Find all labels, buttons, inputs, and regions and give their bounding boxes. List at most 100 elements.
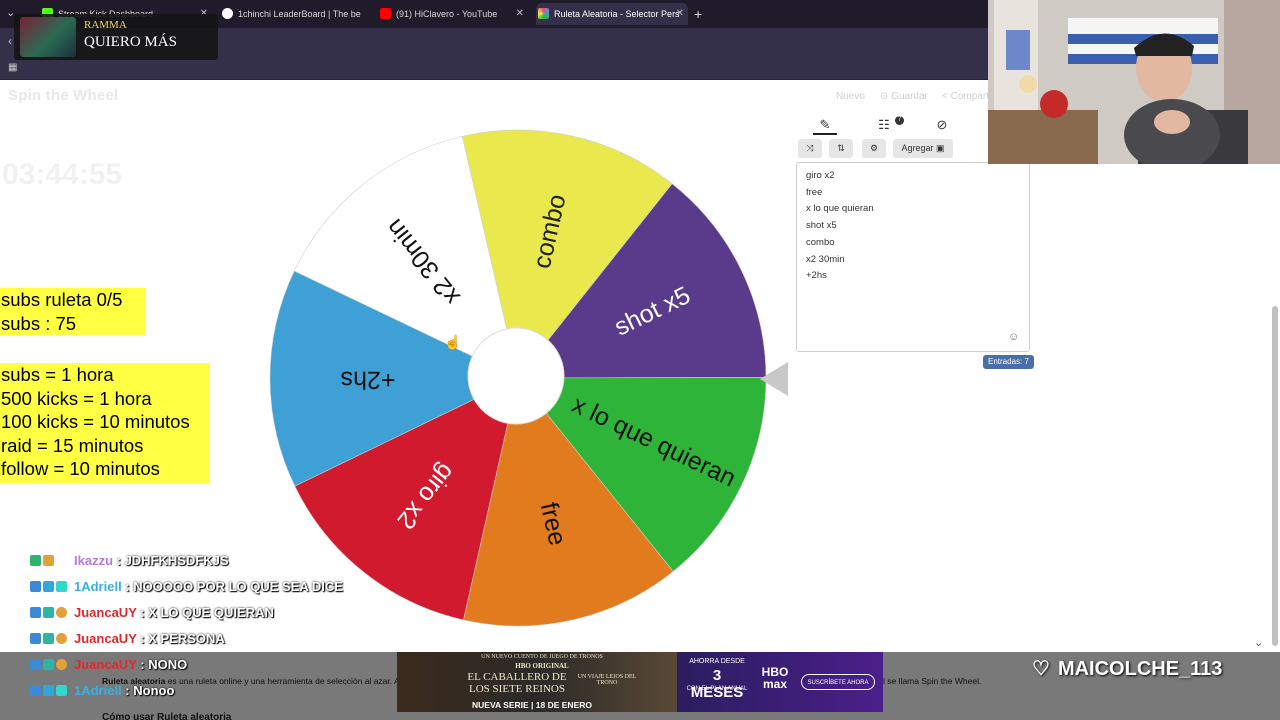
chat-badges-icon bbox=[30, 577, 74, 597]
results-count-badge: 7 bbox=[895, 116, 904, 125]
hbo-max-logo: HBO max bbox=[761, 665, 789, 691]
entry-line: x2 30min bbox=[806, 253, 845, 265]
alert-thumbnail bbox=[20, 17, 76, 57]
alert-user: RAMMA bbox=[84, 19, 127, 31]
leaderboard-favicon-icon bbox=[222, 8, 233, 19]
chat-message: JuancaUY : X LO QUE QUIERAN bbox=[30, 603, 274, 623]
shuffle-icon: ⤨ bbox=[806, 143, 814, 153]
tab-label: 1chinchi LeaderBoard | The be bbox=[238, 9, 361, 19]
subs-box: subs ruleta 0/5 subs : 75 bbox=[0, 288, 146, 335]
last-follower: ♡ MAICOLCHE_113 bbox=[1032, 656, 1222, 680]
entries-textarea[interactable]: giro x2 free x lo que quieran shot x5 co… bbox=[796, 162, 1030, 352]
tab-ruleta[interactable]: Ruleta Aleatoria - Selector Pers ✕ bbox=[536, 3, 688, 25]
new-button[interactable]: Nuevo bbox=[836, 91, 865, 102]
chat-message: JuancaUY : NONO bbox=[30, 655, 187, 675]
save-label: Guardar bbox=[891, 91, 928, 102]
chat-badges-icon bbox=[30, 603, 74, 623]
rule-line: follow = 10 minutos bbox=[1, 458, 160, 479]
share-icon: < bbox=[942, 91, 951, 102]
youtube-favicon-icon bbox=[380, 8, 391, 19]
page-scrollbar[interactable] bbox=[1272, 306, 1278, 646]
chevron-down-icon[interactable]: ⌄ bbox=[1254, 636, 1263, 649]
heart-icon: ♡ bbox=[1032, 658, 1050, 680]
chat-text: : X PERSONA bbox=[136, 631, 225, 646]
ad-title: EL CABALLERO DE LOS SIETE REINOS bbox=[467, 671, 567, 695]
ad-offer-line: CON EL PLAN ANUAL bbox=[686, 686, 748, 692]
hide-tab-eye-icon[interactable]: ⊘ bbox=[930, 117, 954, 135]
add-label: Agregar bbox=[901, 143, 934, 153]
chat-username: JuancaUY bbox=[74, 631, 137, 646]
entry-line: giro x2 bbox=[806, 170, 835, 181]
rule-line: 100 kicks = 10 minutos bbox=[1, 411, 190, 432]
tab-label: (91) HiClavero - YouTube bbox=[396, 9, 498, 19]
chat-username: 1Adriell bbox=[74, 683, 122, 698]
webcam-feed bbox=[988, 0, 1280, 164]
chat-badges-icon bbox=[30, 681, 74, 701]
entries-count: Entradas: 7 bbox=[983, 355, 1034, 369]
chat-text: : JDHFKHSDFKJS bbox=[113, 553, 229, 568]
chat-text: : NONO bbox=[136, 657, 188, 672]
entry-line: x lo que quieran bbox=[806, 203, 874, 215]
hbo-max-ad[interactable]: UN NUEVO CUENTO DE JUEGO DE TRONOS HBO O… bbox=[397, 652, 883, 712]
save-button[interactable]: ⊙ Guardar bbox=[880, 91, 928, 102]
chat-username: JuancaUY bbox=[74, 605, 137, 620]
ad-release-date: NUEVA SERIE | 18 DE ENERO bbox=[472, 700, 592, 710]
sub-alert: RAMMA QUIERO MÁS bbox=[14, 14, 218, 60]
wheel-center-button[interactable] bbox=[467, 327, 565, 425]
ad-offer-line: AHORRA DESDE bbox=[689, 658, 745, 665]
results-tab-clipboard-icon[interactable]: ☷ bbox=[872, 117, 896, 135]
tab-label: Ruleta Aleatoria - Selector Pers bbox=[554, 9, 680, 19]
rule-line: raid = 15 minutos bbox=[1, 434, 144, 456]
site-logo[interactable]: Spin the Wheel bbox=[8, 87, 118, 104]
ad-subtitle: UN VIAJE LEJOS DEL TRONO bbox=[577, 674, 637, 686]
edit-tab-pencil-icon[interactable]: ✎ bbox=[813, 117, 837, 135]
chat-username: JuancaUY bbox=[74, 657, 137, 672]
webcam-image bbox=[988, 0, 1280, 164]
ad-offer-panel: AHORRA DESDE 3 MESES CON EL PLAN ANUAL H… bbox=[677, 652, 883, 712]
sort-icon: ⇅ bbox=[837, 143, 845, 153]
chat-text: : X LO QUE QUIERAN bbox=[136, 605, 274, 620]
wheel-pointer bbox=[760, 362, 788, 396]
ad-brand: HBO ORIGINAL bbox=[515, 662, 569, 670]
apps-grid-icon[interactable]: ▦ bbox=[8, 62, 19, 73]
alert-message: QUIERO MÁS bbox=[84, 34, 177, 50]
stream-timer: 03:44:55 bbox=[2, 158, 123, 191]
save-icon: ⊙ bbox=[880, 91, 892, 102]
ad-subscribe-button[interactable]: SUSCRÍBETE AHORA bbox=[801, 674, 875, 690]
spin-wheel[interactable]: comboshot x5x lo que quieranfreegiro x2+… bbox=[268, 128, 768, 628]
shuffle-button[interactable]: ⤨ bbox=[798, 139, 822, 158]
settings-gear-icon: ⚙ bbox=[869, 143, 879, 153]
tab-leaderboard[interactable]: 1chinchi LeaderBoard | The be bbox=[220, 3, 372, 25]
share-button[interactable]: < Compartir bbox=[942, 91, 995, 102]
chat-message: 1Adriell : Nonoo bbox=[30, 681, 174, 701]
entry-line: combo bbox=[806, 236, 835, 248]
chat-message: 1Adriell : NOOOOO POR LO QUE SEA DICE bbox=[30, 577, 343, 597]
description-subheading: Cómo usar Ruleta aleatoria bbox=[102, 712, 232, 720]
tab-youtube[interactable]: (91) HiClavero - YouTube ✕ bbox=[378, 3, 528, 25]
ad-offer-months: 3 MESES bbox=[690, 667, 744, 701]
add-image-button[interactable]: Agregar ▣ bbox=[893, 139, 953, 158]
chat-text: : NOOOOO POR LO QUE SEA DICE bbox=[121, 579, 343, 594]
rules-box: subs = 1 hora 500 kicks = 1 hora 100 kic… bbox=[0, 363, 210, 484]
stream-screen: ⌄ Stream Kick Dashboard ✕ 1chinchi Leade… bbox=[0, 0, 1280, 720]
new-tab-button[interactable]: + bbox=[694, 3, 702, 25]
close-icon[interactable]: ✕ bbox=[676, 3, 684, 25]
advanced-button[interactable]: ⚙ bbox=[862, 139, 886, 158]
chat-message: JuancaUY : X PERSONA bbox=[30, 629, 225, 649]
image-icon: ▣ bbox=[936, 143, 945, 153]
close-icon[interactable]: ✕ bbox=[516, 3, 524, 25]
back-icon[interactable]: ‹ bbox=[8, 34, 12, 48]
subs-count-line: subs : 75 bbox=[1, 312, 77, 334]
rule-line: 500 kicks = 1 hora bbox=[1, 387, 152, 409]
chat-text: : Nonoo bbox=[121, 683, 175, 698]
rule-line: subs = 1 hora bbox=[1, 364, 114, 385]
emoji-icon[interactable]: ☺ bbox=[1008, 331, 1019, 343]
sort-button[interactable]: ⇅ bbox=[829, 139, 853, 158]
follower-name: MAICOLCHE_113 bbox=[1057, 658, 1223, 680]
chat-badges-icon bbox=[30, 551, 74, 571]
ad-tagline: UN NUEVO CUENTO DE JUEGO DE TRONOS bbox=[481, 654, 603, 660]
chat-message: Ikazzu : JDHFKHSDFKJS bbox=[30, 551, 229, 571]
wheel-favicon-icon bbox=[538, 8, 549, 19]
chat-badges-icon bbox=[30, 629, 74, 649]
wheel-segment-label: +2hs bbox=[341, 366, 396, 394]
